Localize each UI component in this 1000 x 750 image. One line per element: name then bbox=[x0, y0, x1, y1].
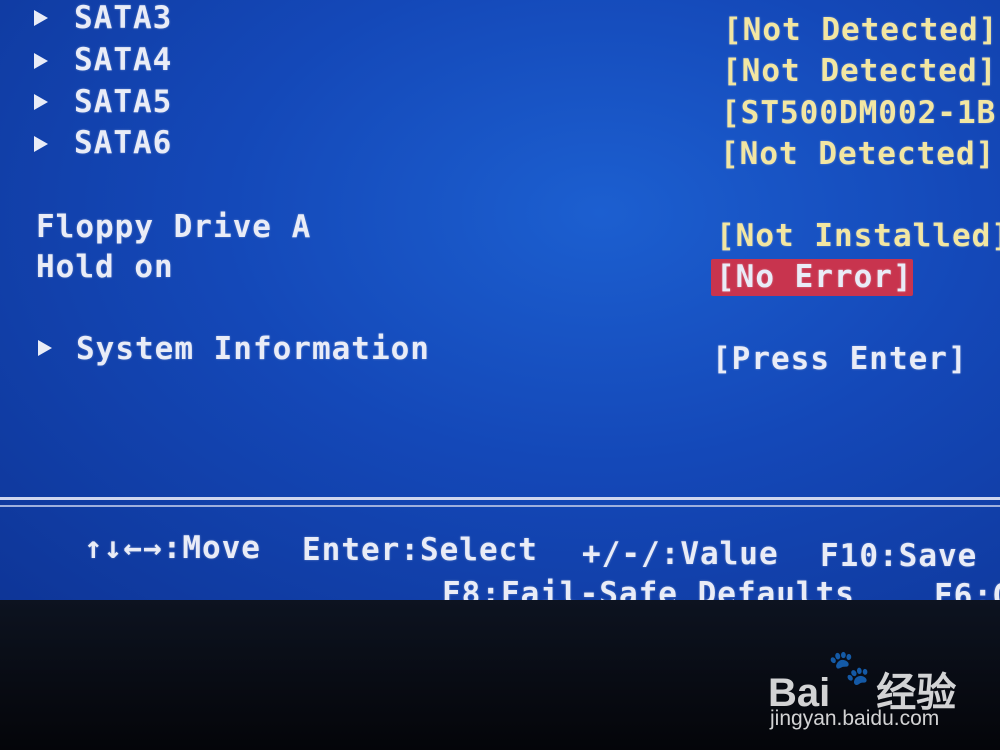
menu-item-system-information[interactable]: System Information bbox=[76, 331, 430, 367]
help-bar-divider bbox=[0, 497, 1000, 500]
menu-item-sata6[interactable]: SATA6 bbox=[74, 125, 172, 161]
submenu-arrow-icon bbox=[38, 340, 52, 356]
menu-item-hold-on[interactable]: Hold on bbox=[36, 249, 174, 285]
help-value: +/-/:Value bbox=[582, 536, 779, 572]
submenu-arrow-icon bbox=[34, 53, 48, 69]
menu-item-floppy-drive-a[interactable]: Floppy Drive A bbox=[36, 209, 311, 245]
sata3-value: [Not Detected] bbox=[723, 12, 999, 48]
help-move: ↑↓←→:Move bbox=[84, 530, 261, 566]
sata4-value: [Not Detected] bbox=[722, 53, 998, 89]
menu-item-sata4[interactable]: SATA4 bbox=[74, 42, 172, 78]
submenu-arrow-icon bbox=[34, 94, 48, 110]
floppy-drive-a-value: [Not Installed] bbox=[716, 218, 1000, 254]
baidu-paw-icon: 🐾 bbox=[828, 648, 871, 688]
system-information-value: [Press Enter] bbox=[712, 341, 968, 377]
help-select: Enter:Select bbox=[302, 532, 538, 568]
baidu-watermark-url: jingyan.baidu.com bbox=[770, 707, 940, 730]
menu-item-sata5[interactable]: SATA5 bbox=[74, 84, 172, 120]
submenu-arrow-icon bbox=[34, 10, 48, 26]
help-bar-divider bbox=[0, 505, 1000, 507]
hold-on-value[interactable]: [No Error] bbox=[716, 259, 913, 295]
submenu-arrow-icon bbox=[34, 136, 48, 152]
help-save: F10:Save bbox=[820, 538, 978, 574]
sata6-value: [Not Detected] bbox=[720, 136, 996, 172]
bios-screen: SATA3 [Not Detected] SATA4 [Not Detected… bbox=[0, 0, 1000, 608]
sata5-value: [ST500DM002-1B bbox=[721, 95, 997, 131]
menu-item-sata3[interactable]: SATA3 bbox=[74, 0, 172, 36]
